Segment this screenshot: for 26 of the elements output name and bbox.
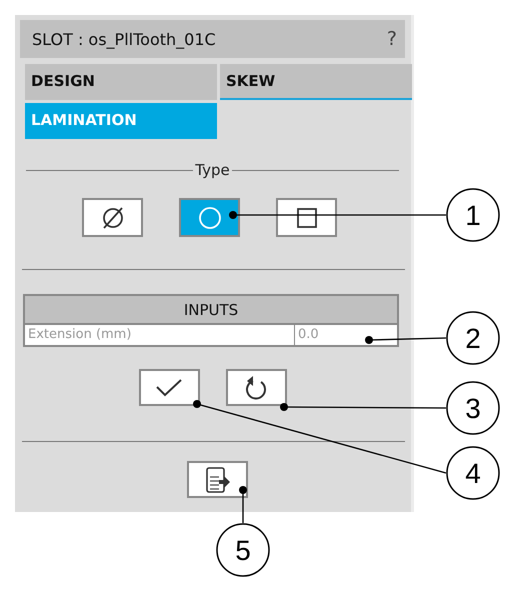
type-option-button[interactable] [179, 198, 240, 237]
tab[interactable]: SKEW [220, 64, 412, 100]
apply-button[interactable] [138, 369, 200, 406]
callout-number: 5 [216, 523, 270, 577]
value-field[interactable]: 0.0 [295, 325, 397, 345]
type-option-button[interactable] [276, 198, 337, 237]
table-header: INPUTS [25, 296, 397, 325]
leader-line [239, 486, 247, 523]
reset-icon [244, 374, 268, 400]
table-cell: Extension (mm) [25, 325, 295, 345]
document-export-icon [204, 466, 230, 494]
callout-number: 1 [446, 188, 500, 242]
check-icon [155, 378, 183, 398]
square-icon [296, 206, 318, 228]
group-label: Type [194, 161, 231, 179]
export-button[interactable] [187, 461, 248, 498]
callout-number: 2 [446, 311, 500, 365]
type-option-button[interactable] [82, 198, 143, 237]
help-button[interactable]: ? [386, 28, 397, 50]
tab[interactable]: LAMINATION [25, 103, 217, 139]
reset-button[interactable] [226, 369, 286, 406]
callout-number: 4 [446, 446, 500, 500]
tab[interactable]: DESIGN [25, 64, 217, 100]
window-title: SLOT : os_PllTooth_01C [32, 30, 216, 48]
callout-number: 3 [446, 381, 500, 435]
circle-icon [198, 206, 222, 230]
